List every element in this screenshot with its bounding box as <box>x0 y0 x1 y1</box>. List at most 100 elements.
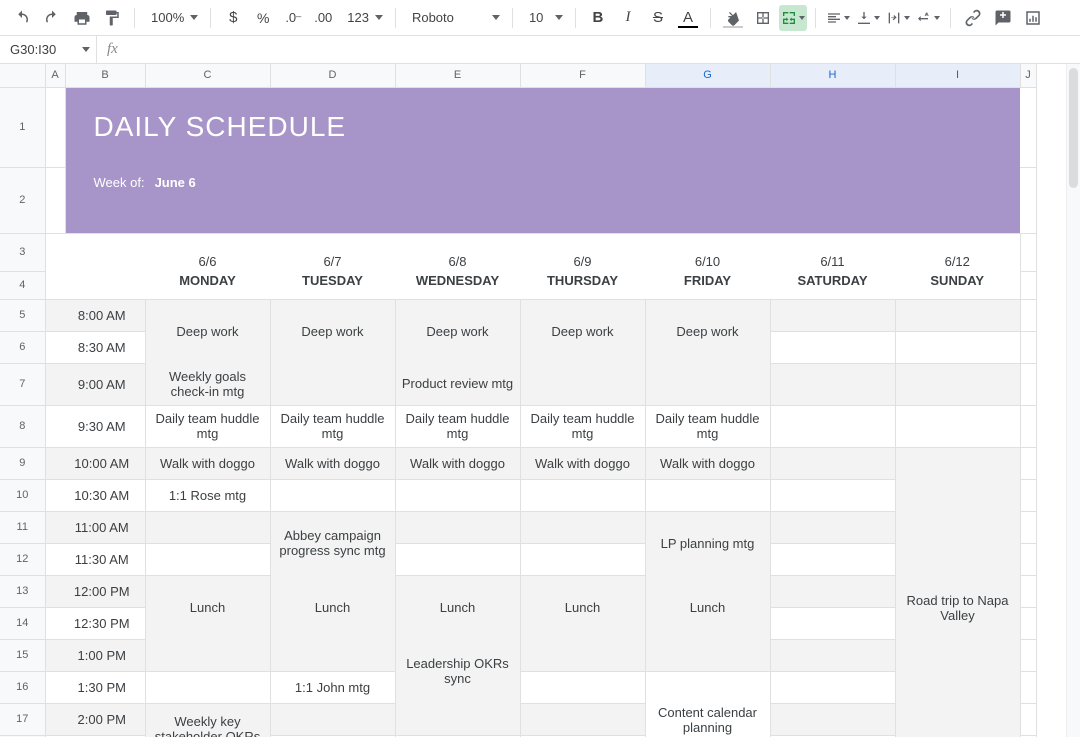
event-cell[interactable]: 1:1 Rose mtg <box>145 479 270 511</box>
increase-decimal-button[interactable]: .00 <box>309 5 337 31</box>
cell[interactable] <box>395 543 520 575</box>
fill-color-button[interactable] <box>719 5 747 31</box>
cell[interactable] <box>145 543 270 575</box>
cell[interactable] <box>645 639 770 671</box>
cell[interactable] <box>45 299 65 331</box>
cell[interactable] <box>770 575 895 607</box>
bold-button[interactable]: B <box>584 5 612 31</box>
day-cell[interactable]: TUESDAY <box>270 271 395 299</box>
date-cell[interactable]: 6/7 <box>270 233 395 271</box>
cell[interactable] <box>45 543 65 575</box>
row-header[interactable]: 7 <box>0 363 45 405</box>
row-header[interactable]: 2 <box>0 167 45 233</box>
date-cell[interactable]: 6/11 <box>770 233 895 271</box>
cell[interactable] <box>145 511 270 543</box>
cell[interactable] <box>45 671 65 703</box>
col-header[interactable]: I <box>895 64 1020 87</box>
cell[interactable] <box>145 639 270 671</box>
italic-button[interactable]: I <box>614 5 642 31</box>
event-cell[interactable]: Deep work <box>270 299 395 363</box>
time-cell[interactable]: 12:00 PM <box>65 575 145 607</box>
cell[interactable] <box>770 363 895 405</box>
cell[interactable] <box>1020 511 1036 543</box>
cell[interactable] <box>45 639 65 671</box>
event-cell[interactable]: LP planning mtg <box>645 511 770 575</box>
time-cell[interactable]: 8:30 AM <box>65 331 145 363</box>
event-cell[interactable]: Deep work <box>520 299 645 363</box>
cell[interactable] <box>895 363 1020 405</box>
cell[interactable] <box>1020 299 1036 331</box>
cell[interactable] <box>520 639 645 671</box>
col-header[interactable]: H <box>770 64 895 87</box>
cell[interactable] <box>520 511 645 543</box>
date-cell[interactable]: 6/10 <box>645 233 770 271</box>
cell[interactable] <box>45 479 65 511</box>
text-color-button[interactable]: A <box>674 5 702 31</box>
cell[interactable] <box>1020 703 1036 735</box>
insert-link-button[interactable] <box>959 5 987 31</box>
col-header[interactable]: J <box>1020 64 1036 87</box>
number-format-combo[interactable]: 123 <box>339 5 387 31</box>
date-cell[interactable]: 6/9 <box>520 233 645 271</box>
cell[interactable] <box>520 479 645 511</box>
event-cell[interactable]: Weekly goals check-in mtg <box>145 363 270 405</box>
cell[interactable] <box>45 363 65 405</box>
text-wrap-button[interactable] <box>884 5 912 31</box>
cell[interactable] <box>45 87 65 167</box>
cell[interactable] <box>1020 271 1036 299</box>
name-box[interactable]: G30:I30 <box>0 36 96 63</box>
cell[interactable] <box>895 331 1020 363</box>
day-cell[interactable]: THURSDAY <box>520 271 645 299</box>
row-header[interactable]: 17 <box>0 703 45 735</box>
day-cell[interactable]: SUNDAY <box>895 271 1020 299</box>
cell[interactable] <box>1020 331 1036 363</box>
cell[interactable] <box>1020 639 1036 671</box>
row-header[interactable]: 4 <box>0 271 45 299</box>
cell[interactable] <box>895 299 1020 331</box>
cell[interactable] <box>270 479 395 511</box>
spreadsheet-grid[interactable]: A B C D E F G H I J 1 DAILY SCHEDULE 2 W <box>0 64 1037 737</box>
row-header[interactable]: 1 <box>0 87 45 167</box>
cell[interactable] <box>1020 167 1036 233</box>
insert-chart-button[interactable] <box>1019 5 1047 31</box>
cell[interactable] <box>770 639 895 671</box>
event-cell[interactable]: 1:1 John mtg <box>270 671 395 703</box>
row-header[interactable]: 10 <box>0 479 45 511</box>
cell[interactable] <box>45 233 65 271</box>
event-cell[interactable]: Lunch <box>145 575 270 639</box>
event-cell[interactable]: Lunch <box>395 575 520 639</box>
cell[interactable] <box>770 607 895 639</box>
cell[interactable] <box>270 703 395 735</box>
row-header[interactable]: 9 <box>0 447 45 479</box>
row-header[interactable]: 3 <box>0 233 45 271</box>
event-cell[interactable]: Walk with doggo <box>395 447 520 479</box>
row-header[interactable]: 5 <box>0 299 45 331</box>
cell[interactable] <box>1020 543 1036 575</box>
event-cell[interactable]: Lunch <box>520 575 645 639</box>
font-combo[interactable]: Roboto <box>404 5 504 31</box>
cell[interactable] <box>45 271 65 299</box>
cell[interactable] <box>270 363 395 405</box>
date-cell[interactable]: 6/12 <box>895 233 1020 271</box>
day-cell[interactable]: WEDNESDAY <box>395 271 520 299</box>
row-header[interactable]: 13 <box>0 575 45 607</box>
cell[interactable] <box>395 703 520 735</box>
cell[interactable] <box>45 331 65 363</box>
event-cell[interactable]: Daily team huddle mtg <box>645 405 770 447</box>
paint-format-button[interactable] <box>98 5 126 31</box>
cell[interactable] <box>270 639 395 671</box>
event-cell[interactable]: Daily team huddle mtg <box>145 405 270 447</box>
col-header[interactable]: G <box>645 64 770 87</box>
cell[interactable] <box>770 479 895 511</box>
cell[interactable] <box>770 671 895 703</box>
time-cell[interactable]: 11:30 AM <box>65 543 145 575</box>
banner-title-cell[interactable]: DAILY SCHEDULE <box>65 87 1020 167</box>
cell[interactable] <box>45 511 65 543</box>
insert-comment-button[interactable] <box>989 5 1017 31</box>
event-cell[interactable]: Product review mtg <box>395 363 520 405</box>
event-cell[interactable]: Walk with doggo <box>270 447 395 479</box>
cell[interactable] <box>45 447 65 479</box>
col-header[interactable]: A <box>45 64 65 87</box>
event-cell[interactable]: Walk with doggo <box>520 447 645 479</box>
cell[interactable] <box>895 405 1020 447</box>
